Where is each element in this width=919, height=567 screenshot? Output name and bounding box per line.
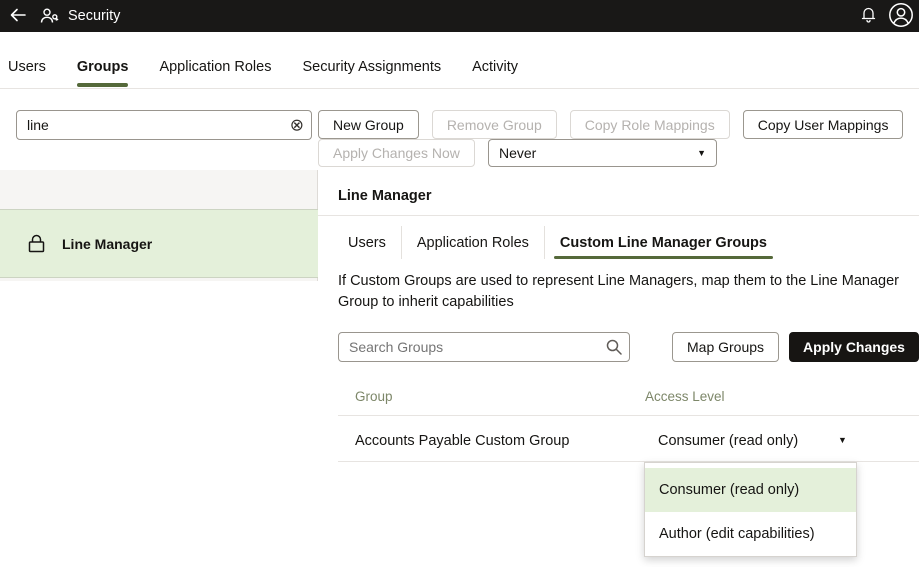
detail-title: Line Manager [338,188,431,204]
main-tab-bar: Users Groups Application Roles Security … [0,45,919,89]
groups-search-input[interactable] [338,332,630,362]
tab-label: Security Assignments [302,59,441,75]
security-app-icon [40,8,59,24]
bell-icon [861,6,876,26]
tab-label: Application Roles [159,59,271,75]
clear-search-icon[interactable]: ⊗ [290,117,304,134]
copy-user-mappings-button[interactable]: Copy User Mappings [743,110,904,139]
detail-tab-users[interactable]: Users [338,226,401,259]
detail-tab-bar: Users Application Roles Custom Line Mana… [338,226,782,259]
apply-changes-button[interactable]: Apply Changes [789,332,919,362]
chevron-down-icon: ▼ [697,149,706,158]
tab-security-assignments[interactable]: Security Assignments [302,45,441,88]
remove-group-button: Remove Group [432,110,557,139]
apply-changes-now-button: Apply Changes Now [318,139,475,167]
group-column-header: Group [355,389,393,404]
group-list-item-line-manager[interactable]: Line Manager [0,209,318,278]
group-item-label: Line Manager [62,236,152,252]
top-bar-actions [861,2,919,31]
detail-tab-custom-line-manager-groups[interactable]: Custom Line Manager Groups [544,226,782,259]
schedule-select[interactable]: Never ▼ [488,139,717,167]
apply-changes-row: Apply Changes Now [318,139,475,167]
avatar-icon [888,2,914,31]
new-group-button[interactable]: New Group [318,110,419,139]
group-cell: Accounts Payable Custom Group [355,433,569,449]
user-menu-button[interactable] [888,2,914,31]
schedule-select-value: Never [499,145,536,161]
group-search-input[interactable] [16,110,312,140]
page-title: Security [68,8,120,24]
security-console: Security Users Groups Application Roles … [0,0,919,567]
tab-label: Custom Line Manager Groups [560,235,767,251]
divider [318,215,919,216]
tab-activity[interactable]: Activity [472,45,518,88]
tab-users[interactable]: Users [8,45,46,88]
tab-application-roles[interactable]: Application Roles [159,45,271,88]
tab-groups[interactable]: Groups [77,45,129,88]
notifications-button[interactable] [861,6,876,26]
menu-option-consumer[interactable]: Consumer (read only) [645,468,856,512]
map-groups-button[interactable]: Map Groups [672,332,779,362]
divider [338,415,919,416]
tab-label: Users [8,59,46,75]
tab-label: Activity [472,59,518,75]
back-button[interactable] [0,0,36,32]
detail-tab-application-roles[interactable]: Application Roles [401,226,544,259]
tab-label: Users [348,235,386,251]
access-level-menu: Consumer (read only) Author (edit capabi… [644,462,857,557]
group-search: ⊗ [16,110,312,140]
search-icon[interactable] [606,339,622,355]
access-level-column-header: Access Level [645,389,725,404]
back-arrow-icon [10,8,26,25]
groups-search [338,332,630,362]
menu-option-author[interactable]: Author (edit capabilities) [645,512,856,556]
top-bar: Security [0,0,919,32]
access-level-select[interactable]: Consumer (read only) [658,433,798,449]
detail-description: If Custom Groups are used to represent L… [338,271,918,313]
chevron-down-icon[interactable]: ▼ [838,436,847,445]
lock-icon [28,234,45,253]
group-actions-row: New Group Remove Group Copy Role Mapping… [318,110,903,139]
copy-role-mappings-button: Copy Role Mappings [570,110,730,139]
tab-label: Application Roles [417,235,529,251]
tab-label: Groups [77,59,129,75]
